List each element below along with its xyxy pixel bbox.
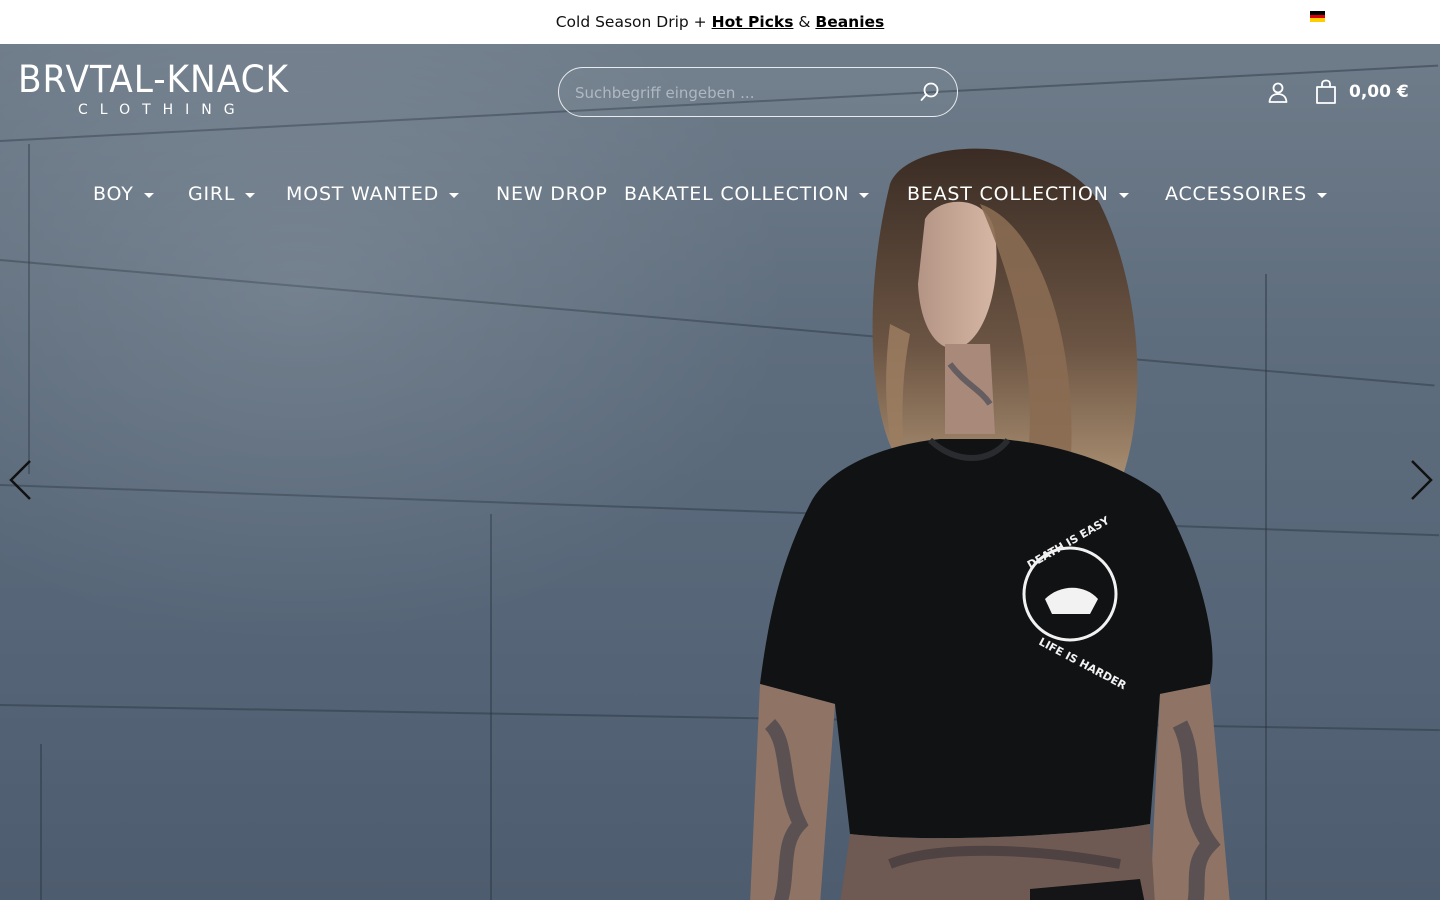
nav-item-beast-collection[interactable]: BEAST COLLECTION (907, 183, 1129, 205)
chevron-right-icon (1411, 460, 1433, 500)
main-navigation: BOY GIRL MOST WANTED NEW DROP BAKATEL CO… (0, 183, 1440, 211)
search-input[interactable] (575, 80, 905, 106)
nav-item-bakatel-collection[interactable]: BAKATEL COLLECTION (624, 183, 870, 205)
nav-item-label: BOY (93, 183, 134, 205)
user-icon (1268, 82, 1288, 103)
promo-link-beanies[interactable]: Beanies (815, 13, 884, 31)
caret-down-icon (245, 192, 256, 198)
chevron-left-icon (9, 460, 31, 500)
caret-down-icon (449, 192, 460, 198)
nav-item-most-wanted[interactable]: MOST WANTED (286, 183, 460, 205)
slider-prev-button[interactable] (6, 458, 36, 502)
hero-slider: DEATH IS EASY LIFE IS HARDER (0, 44, 1440, 900)
account-button[interactable] (1266, 80, 1290, 104)
hero-model-image: DEATH IS EASY LIFE IS HARDER (750, 148, 1230, 900)
nav-item-label: ACCESSOIRES (1165, 183, 1307, 205)
caret-down-icon (1316, 192, 1327, 198)
nav-item-label: NEW DROP (496, 183, 608, 205)
search-button[interactable] (919, 81, 941, 103)
cart-button[interactable]: 0,00 € (1314, 79, 1409, 105)
caret-down-icon (143, 192, 154, 198)
shopping-bag-icon (1316, 79, 1336, 104)
search-bar (558, 67, 958, 117)
brand-logo[interactable]: BRVTAL-KNACK CLOTHING (18, 58, 290, 124)
nav-item-label: MOST WANTED (286, 183, 440, 205)
promo-ampersand: & (798, 13, 811, 31)
promo-text: Cold Season Drip + (555, 13, 707, 31)
nav-item-label: BAKATEL COLLECTION (624, 183, 850, 205)
germany-flag-icon[interactable] (1310, 11, 1325, 23)
logo-subtext: CLOTHING (78, 102, 247, 118)
nav-item-girl[interactable]: GIRL (188, 183, 256, 205)
nav-item-new-drop[interactable]: NEW DROP (496, 183, 608, 205)
logo-text: BRVTAL-KNACK (18, 58, 290, 101)
search-icon (920, 82, 939, 101)
nav-item-label: GIRL (188, 183, 236, 205)
nav-item-boy[interactable]: BOY (93, 183, 154, 205)
caret-down-icon (859, 192, 870, 198)
caret-down-icon (1118, 192, 1129, 198)
promo-bar: Cold Season Drip + Hot Picks & Beanies (0, 0, 1440, 44)
slider-next-button[interactable] (1406, 458, 1436, 502)
promo-link-hot-picks[interactable]: Hot Picks (712, 13, 794, 31)
nav-item-accessoires[interactable]: ACCESSOIRES (1165, 183, 1327, 205)
nav-item-label: BEAST COLLECTION (907, 183, 1109, 205)
cart-amount: 0,00 € (1349, 82, 1409, 102)
